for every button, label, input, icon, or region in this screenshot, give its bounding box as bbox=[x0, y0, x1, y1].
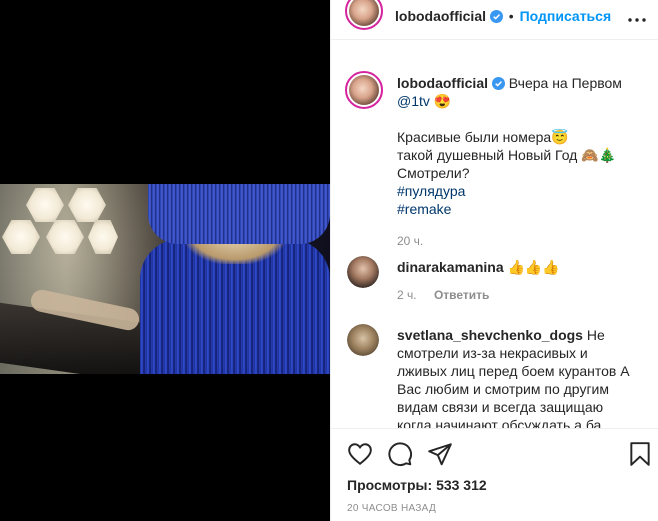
comment-item: dinarakamanina 👍👍👍 bbox=[397, 258, 637, 276]
avatar[interactable] bbox=[345, 0, 383, 30]
emoji: 😇 bbox=[551, 129, 569, 145]
reply-button[interactable]: Ответить bbox=[434, 288, 489, 302]
share-icon[interactable] bbox=[427, 441, 453, 467]
action-bar: Просмотры: 533 312 20 ЧАСОВ НАЗАД bbox=[331, 428, 658, 521]
post-media[interactable] bbox=[0, 0, 330, 521]
header-username[interactable]: lobodaofficial bbox=[395, 8, 486, 24]
views-label: Просмотры: bbox=[347, 477, 433, 493]
caption-line-2: Красивые были номера bbox=[397, 129, 552, 145]
post-timestamp[interactable]: 20 ЧАСОВ НАЗАД bbox=[347, 503, 436, 514]
caption-line-1: Вчера на Первом bbox=[508, 75, 622, 91]
hashtag-link[interactable]: #remake bbox=[397, 201, 451, 217]
bookmark-icon[interactable] bbox=[627, 441, 653, 467]
mention-link[interactable]: @1tv bbox=[397, 93, 430, 109]
verified-badge-icon bbox=[489, 10, 503, 23]
more-horizontal-icon[interactable] bbox=[627, 12, 647, 28]
comment-meta: 2 ч. Ответить bbox=[397, 288, 651, 302]
caption: lobodaofficial Вчера на Первом @1tv 😍 Кр… bbox=[397, 74, 637, 218]
comments-list[interactable]: lobodaofficial Вчера на Первом @1tv 😍 Кр… bbox=[331, 56, 658, 428]
views-number: 533 312 bbox=[436, 477, 487, 493]
header-separator: • bbox=[508, 8, 514, 24]
comment-icon[interactable] bbox=[387, 441, 413, 467]
video-frame[interactable] bbox=[0, 184, 330, 374]
follow-button[interactable]: Подписаться bbox=[520, 8, 612, 24]
verified-badge-icon bbox=[491, 77, 505, 90]
caption-line-4: Смотрели? bbox=[397, 165, 470, 181]
comment-item: svetlana_shevchenko_dogs Не смотрели из-… bbox=[397, 326, 637, 428]
emoji: 🙈🎄 bbox=[581, 147, 617, 163]
header-user: lobodaofficial • Подписаться bbox=[395, 8, 611, 24]
hashtag-link[interactable]: #пулядура bbox=[397, 183, 465, 199]
caption-avatar[interactable] bbox=[345, 71, 383, 109]
comment-username[interactable]: svetlana_shevchenko_dogs bbox=[397, 327, 583, 343]
comment-username[interactable]: dinarakamanina bbox=[397, 259, 504, 275]
comment-time[interactable]: 2 ч. bbox=[397, 288, 417, 302]
caption-time[interactable]: 20 ч. bbox=[397, 234, 651, 248]
comment-avatar[interactable] bbox=[347, 324, 379, 356]
caption-username[interactable]: lobodaofficial bbox=[397, 75, 488, 91]
post-sidebar: lobodaofficial • Подписаться lobodaoffic… bbox=[330, 0, 658, 521]
heart-icon[interactable] bbox=[347, 441, 373, 467]
comment-avatar[interactable] bbox=[347, 256, 379, 288]
post-header: lobodaofficial • Подписаться bbox=[331, 0, 658, 40]
caption-line-3: такой душевный Новый Год bbox=[397, 147, 578, 163]
sequin-hat bbox=[148, 184, 330, 244]
emoji: 😍 bbox=[433, 93, 452, 109]
views-count[interactable]: Просмотры: 533 312 bbox=[347, 477, 487, 493]
comment-text: 👍👍👍 bbox=[507, 259, 560, 275]
